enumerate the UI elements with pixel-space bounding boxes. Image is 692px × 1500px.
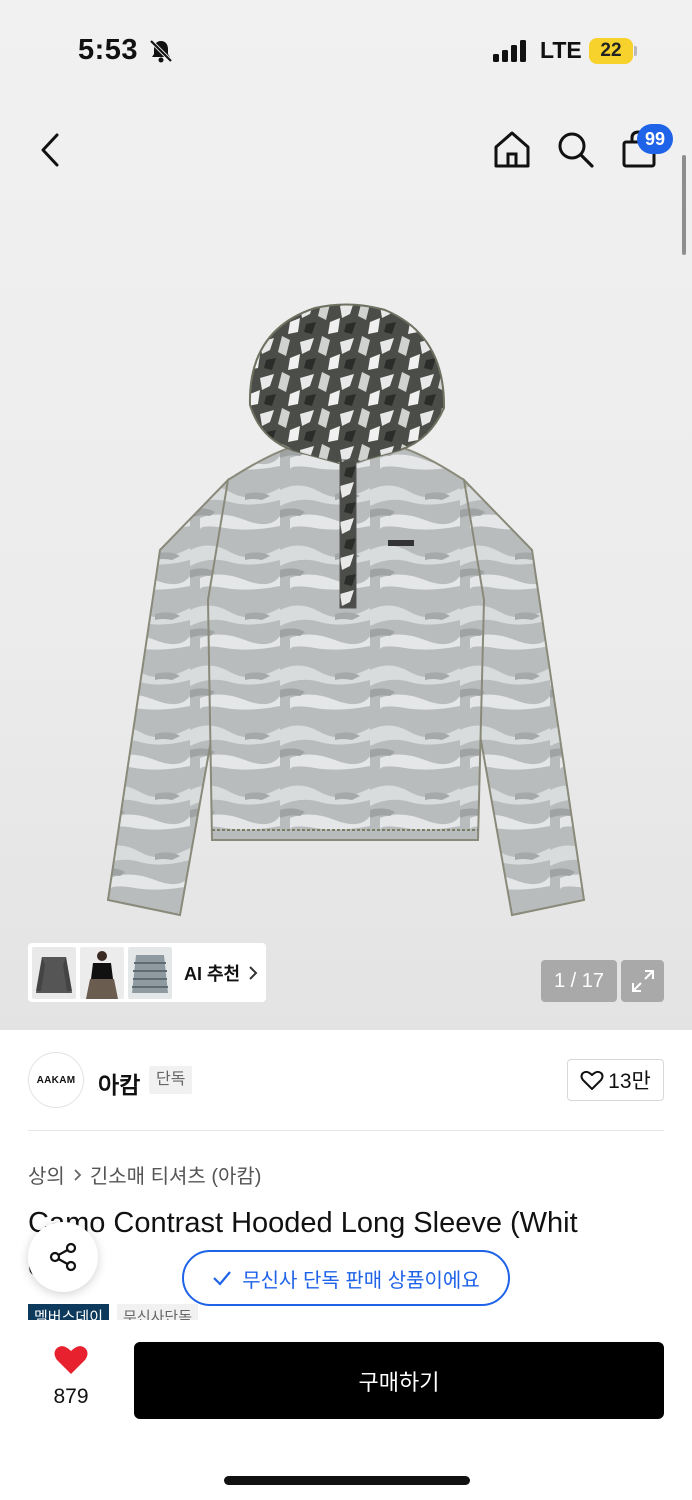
recommend-thumbnail [32, 946, 76, 999]
product-image [106, 303, 586, 917]
search-icon [558, 132, 594, 168]
recommend-thumbnail [128, 946, 172, 999]
brand-like-button[interactable]: 13만 [567, 1059, 664, 1101]
expand-icon [631, 970, 654, 992]
chevron-right-icon [74, 1168, 82, 1181]
product-detail-page: 5:53 LTE 22 99 AI 추천 1 / 17 AAKAM 아캄 단독 … [0, 0, 692, 1500]
scroll-indicator [682, 155, 686, 255]
share-icon [49, 1242, 77, 1272]
tag-exclusive: 무신사단독 [117, 1304, 199, 1320]
wishlist-button[interactable]: 879 [40, 1344, 102, 1409]
heart-filled-icon [54, 1346, 88, 1374]
wishlist-count: 879 [53, 1385, 89, 1408]
heart-outline-icon [580, 1070, 604, 1090]
status-time: 5:53 [78, 34, 139, 66]
share-button[interactable] [28, 1222, 98, 1292]
chevron-left-icon [41, 133, 59, 167]
battery-icon: 22 [589, 38, 633, 64]
ai-recommend-label: AI 추천 [184, 963, 241, 984]
divider [28, 1130, 664, 1131]
exclusive-notice-text: 무신사 단독 판매 상품이에요 [242, 1269, 480, 1292]
brand-like-count: 13만 [608, 1070, 651, 1093]
tag-members-day: 멤버스데이 [28, 1304, 110, 1320]
ai-recommend-button[interactable]: AI 추천 [28, 943, 266, 1002]
back-button[interactable] [28, 126, 72, 174]
breadcrumb: 상의 긴소매 티셔츠 (아캄) [28, 1160, 261, 1189]
image-pager: 1 / 17 [541, 960, 617, 1002]
home-indicator [224, 1476, 470, 1485]
network-type: LTE [540, 37, 582, 63]
chevron-right-icon [249, 965, 258, 980]
cart-count-badge: 99 [637, 124, 673, 154]
recommend-thumbnail [80, 946, 124, 999]
exclusive-notice: 무신사 단독 판매 상품이에요 [182, 1250, 510, 1306]
breadcrumb-category[interactable]: 상의 [28, 1160, 65, 1189]
brand-logo[interactable]: AAKAM [28, 1052, 84, 1108]
home-button[interactable] [491, 128, 533, 170]
bell-muted-icon [149, 39, 173, 63]
breadcrumb-subcategory[interactable]: 긴소매 티셔츠 (아캄) [90, 1160, 262, 1189]
check-icon [213, 1271, 232, 1286]
home-icon [494, 131, 530, 168]
product-image-gallery[interactable]: 5:53 LTE 22 99 AI 추천 1 / 17 [0, 0, 692, 1030]
search-button[interactable] [554, 128, 596, 170]
buy-button[interactable]: 구매하기 [134, 1342, 664, 1419]
battery-nub [634, 46, 637, 56]
status-bar: 5:53 LTE 22 [0, 0, 692, 100]
exclusive-badge: 단독 [149, 1066, 193, 1094]
brand-name[interactable]: 아캄 [98, 1066, 140, 1100]
signal-icon [493, 40, 529, 62]
product-title: Camo Contrast Hooded Long Sleeve (Whit [28, 1207, 578, 1239]
product-tags: 멤버스데이 무신사단독 [28, 1304, 199, 1320]
expand-image-button[interactable] [621, 960, 664, 1002]
